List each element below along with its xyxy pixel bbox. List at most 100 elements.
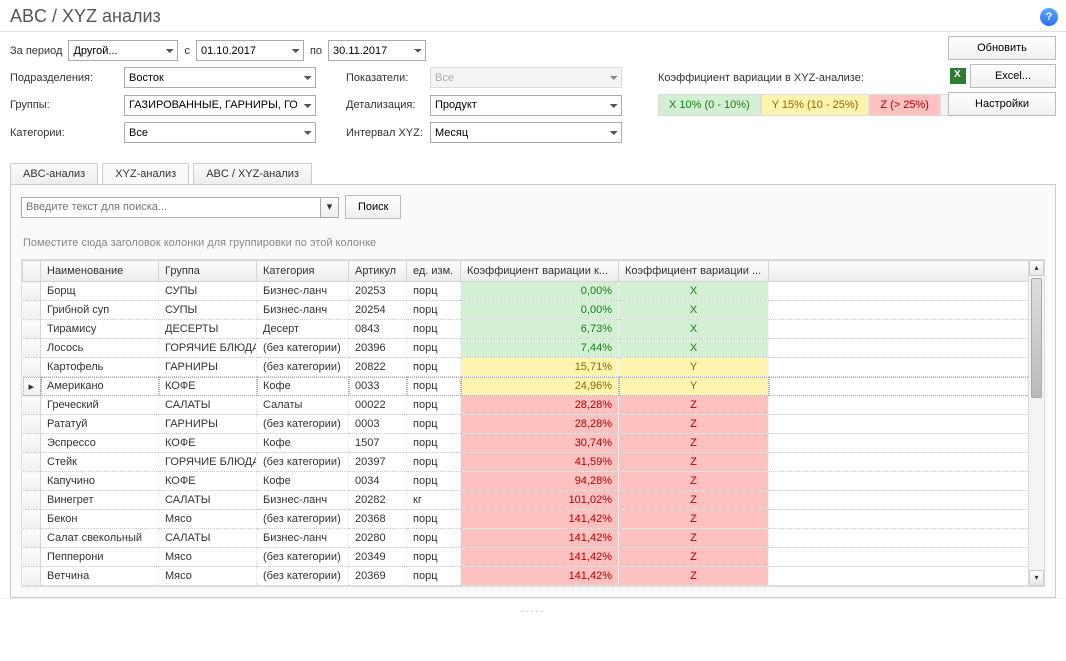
table-row[interactable]: БеконМясо(без категории)20368порц141,42%… <box>23 510 1044 529</box>
cell-coef: 141,42% <box>461 567 619 586</box>
cell-category: (без категории) <box>257 339 349 358</box>
cell-unit: порц <box>407 320 461 339</box>
data-grid[interactable]: Наименование Группа Категория Артикул ед… <box>21 259 1045 587</box>
row-indicator <box>23 491 41 510</box>
table-row[interactable]: РататуйГАРНИРЫ(без категории)0003порц28,… <box>23 415 1044 434</box>
settings-button[interactable]: Настройки <box>948 92 1056 116</box>
cell-class: X <box>619 282 769 301</box>
grouping-hint[interactable]: Поместите сюда заголовок колонки для гру… <box>21 233 1045 253</box>
cell-group: КОФЕ <box>159 472 257 491</box>
cell-category: (без категории) <box>257 415 349 434</box>
table-row[interactable]: КартофельГАРНИРЫ(без категории)20822порц… <box>23 358 1044 377</box>
cell-name: Бекон <box>41 510 159 529</box>
col-class-header[interactable]: Коэффициент вариации ... <box>619 261 769 282</box>
search-dropdown-icon[interactable]: ▾ <box>321 197 339 218</box>
table-row[interactable]: ЛососьГОРЯЧИЕ БЛЮДА(без категории)20396п… <box>23 339 1044 358</box>
categories-select[interactable]: Все <box>124 122 316 143</box>
splitter-handle[interactable]: ..... <box>0 598 1066 619</box>
cell-spacer <box>769 491 1044 510</box>
search-button[interactable]: Поиск <box>345 195 401 219</box>
table-row[interactable]: ГреческийСАЛАТЫСалаты00022порц28,28%Z <box>23 396 1044 415</box>
period-to[interactable]: 30.11.2017 <box>328 40 426 61</box>
tab-abcxyz[interactable]: ABC / XYZ-анализ <box>193 163 312 184</box>
cell-coef: 30,74% <box>461 434 619 453</box>
cell-article: 20396 <box>349 339 407 358</box>
subdivisions-select[interactable]: Восток <box>124 67 316 88</box>
table-row[interactable]: ВинегретСАЛАТЫБизнес-ланч20282кг101,02%Z <box>23 491 1044 510</box>
cell-article: 00022 <box>349 396 407 415</box>
cell-spacer <box>769 396 1044 415</box>
cell-article: 20349 <box>349 548 407 567</box>
detail-select[interactable]: Продукт <box>430 95 622 116</box>
scroll-up-icon[interactable]: ▴ <box>1029 260 1044 276</box>
cell-article: 0003 <box>349 415 407 434</box>
refresh-button[interactable]: Обновить <box>948 36 1056 60</box>
col-coef-header[interactable]: Коэффициент вариации к... <box>461 261 619 282</box>
cell-article: 1507 <box>349 434 407 453</box>
cell-category: (без категории) <box>257 510 349 529</box>
row-indicator <box>23 548 41 567</box>
help-icon[interactable]: ? <box>1040 8 1058 26</box>
period-label: За период <box>10 45 62 57</box>
table-row[interactable]: ЭспрессоКОФЕКофе1507порц30,74%Z <box>23 434 1044 453</box>
table-row[interactable]: ТирамисуДЕСЕРТЫДесерт0843порц6,73%X <box>23 320 1044 339</box>
cell-article: 20280 <box>349 529 407 548</box>
vertical-scrollbar[interactable]: ▴ ▾ <box>1028 260 1044 586</box>
subdivisions-label: Подразделения: <box>10 72 118 84</box>
col-article-header[interactable]: Артикул <box>349 261 407 282</box>
col-unit-header[interactable]: ед. изм. <box>407 261 461 282</box>
cell-name: Пепперони <box>41 548 159 567</box>
cell-spacer <box>769 377 1044 396</box>
cell-category: Бизнес-ланч <box>257 491 349 510</box>
groups-select[interactable]: ГАЗИРОВАННЫЕ, ГАРНИРЫ, ГОР... <box>124 95 316 116</box>
col-group-header[interactable]: Группа <box>159 261 257 282</box>
groups-label: Группы: <box>10 99 118 111</box>
period-from[interactable]: 01.10.2017 <box>196 40 304 61</box>
table-row[interactable]: ПепперониМясо(без категории)20349порц141… <box>23 548 1044 567</box>
cell-name: Американо <box>41 377 159 396</box>
search-input[interactable] <box>21 197 321 218</box>
cell-class: Y <box>619 377 769 396</box>
period-select[interactable]: Другой... <box>68 40 178 61</box>
cell-spacer <box>769 282 1044 301</box>
cell-category: (без категории) <box>257 567 349 586</box>
table-row[interactable]: Салат свекольныйСАЛАТЫБизнес-ланч20280по… <box>23 529 1044 548</box>
categories-label: Категории: <box>10 127 118 139</box>
cell-class: Z <box>619 510 769 529</box>
excel-button[interactable]: Excel... <box>970 64 1056 88</box>
col-category-header[interactable]: Категория <box>257 261 349 282</box>
col-name-header[interactable]: Наименование <box>41 261 159 282</box>
cell-coef: 0,00% <box>461 301 619 320</box>
cell-class: Z <box>619 567 769 586</box>
cell-coef: 6,73% <box>461 320 619 339</box>
cell-spacer <box>769 510 1044 529</box>
cell-group: СУПЫ <box>159 301 257 320</box>
table-row[interactable]: ВетчинаМясо(без категории)20369порц141,4… <box>23 567 1044 586</box>
table-row[interactable]: ▸АмериканоКОФЕКофе0033порц24,96%Y <box>23 377 1044 396</box>
col-spacer <box>769 261 1044 282</box>
table-row[interactable]: Грибной супСУПЫБизнес-ланч20254порц0,00%… <box>23 301 1044 320</box>
cell-class: Z <box>619 396 769 415</box>
tab-xyz[interactable]: XYZ-анализ <box>102 163 189 184</box>
scroll-thumb[interactable] <box>1031 278 1042 398</box>
table-row[interactable]: БорщСУПЫБизнес-ланч20253порц0,00%X <box>23 282 1044 301</box>
interval-select[interactable]: Месяц <box>430 122 622 143</box>
row-indicator-header <box>23 261 41 282</box>
row-indicator <box>23 510 41 529</box>
row-indicator <box>23 320 41 339</box>
table-row[interactable]: СтейкГОРЯЧИЕ БЛЮДА(без категории)20397по… <box>23 453 1044 472</box>
cell-class: Z <box>619 491 769 510</box>
cell-name: Греческий <box>41 396 159 415</box>
tab-abc[interactable]: ABC-анализ <box>10 163 98 184</box>
cell-article: 20369 <box>349 567 407 586</box>
period-to-label: по <box>310 45 322 57</box>
cell-article: 0034 <box>349 472 407 491</box>
row-indicator <box>23 282 41 301</box>
cell-article: 20822 <box>349 358 407 377</box>
table-row[interactable]: КапучиноКОФЕКофе0034порц94,28%Z <box>23 472 1044 491</box>
cell-group: ГОРЯЧИЕ БЛЮДА <box>159 339 257 358</box>
scroll-down-icon[interactable]: ▾ <box>1029 570 1044 586</box>
cell-coef: 0,00% <box>461 282 619 301</box>
cell-group: Мясо <box>159 567 257 586</box>
cell-unit: порц <box>407 529 461 548</box>
